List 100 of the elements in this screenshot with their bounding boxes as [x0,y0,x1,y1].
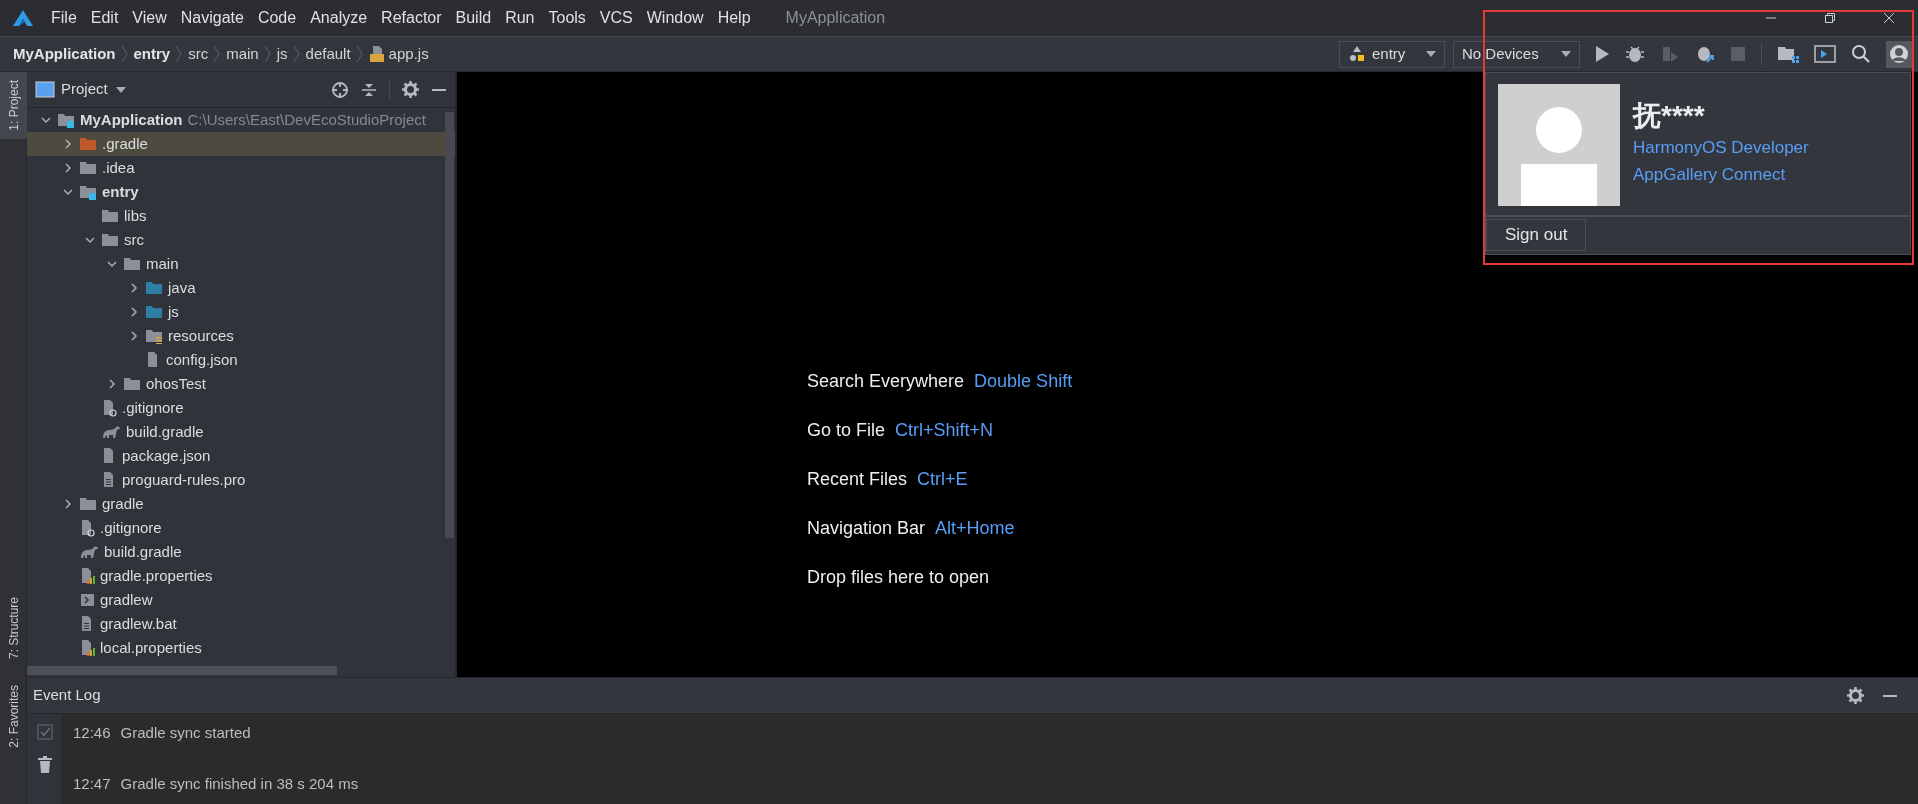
tree-item[interactable]: main [27,252,455,276]
log-message: Gradle sync finished in 38 s 204 ms [120,773,359,794]
hint-label: Navigation Bar [807,517,926,537]
tree-item-label: src [124,229,144,250]
module-folder-icon [57,112,75,128]
run-icon[interactable] [1594,45,1610,63]
menu-item[interactable]: Analyze [303,6,375,30]
settings-icon[interactable] [1847,687,1864,704]
project-path: C:\Users\East\DevEcoStudioProject [187,109,426,130]
menu-item[interactable]: Window [639,6,711,30]
tree-item[interactable]: local.properties [27,636,455,660]
account-link[interactable]: HarmonyOS Developer [1633,134,1809,161]
horizontal-scrollbar[interactable] [27,665,337,675]
device-dropdown[interactable]: No Devices [1453,40,1580,68]
locate-icon[interactable] [331,80,349,99]
tree-item-label: js [168,301,179,322]
side-tab[interactable]: 7: Structure [0,588,27,667]
search-icon[interactable] [1851,44,1871,64]
breadcrumb[interactable]: MyApplication [13,42,116,66]
tree-item-label: package.json [122,445,211,466]
menu-item[interactable]: VCS [592,6,640,30]
folder-icon[interactable] [1777,45,1799,63]
breadcrumb[interactable]: default [305,42,351,66]
avatar-icon [1498,84,1620,206]
settings-icon[interactable] [402,81,419,98]
tree-item[interactable]: gradle.properties [27,564,455,588]
side-tab[interactable]: 1: Project [0,72,27,139]
tree-item[interactable]: build.gradle [27,420,455,444]
hint-label: Search Everywhere [807,370,965,390]
separator-chevron-icon [292,44,301,64]
chevron-right-icon[interactable] [62,162,74,174]
menu-item[interactable]: Build [448,6,499,30]
vertical-scrollbar[interactable] [445,112,454,538]
account-link[interactable]: AppGallery Connect [1633,161,1809,188]
tree-item[interactable]: package.json [27,444,455,468]
menu-item[interactable]: Navigate [173,6,251,30]
debug-icon[interactable] [1625,44,1645,64]
tree-item[interactable]: build.gradle [27,540,455,564]
checkbox-icon[interactable] [36,724,53,740]
menu-item[interactable]: File [44,6,84,30]
close-icon[interactable] [1882,12,1895,24]
tree-item[interactable]: .gitignore [27,516,455,540]
tree-item[interactable]: gradle [27,492,455,516]
chevron-down-icon[interactable] [62,186,74,198]
tree-item[interactable]: MyApplication C:\Users\East\DevEcoStudioProject [27,108,455,132]
menu-item[interactable]: Tools [541,6,593,30]
breadcrumb[interactable]: entry [133,42,171,66]
tree-item[interactable]: entry [27,180,455,204]
tree-item[interactable]: .gitignore [27,396,455,420]
resources-folder-icon [145,328,163,344]
tree-item-label: config.json [166,349,238,370]
tree-item[interactable]: gradlew.bat [27,612,455,636]
restore-icon[interactable] [1823,12,1836,24]
side-tab[interactable]: 2: Favorites [0,677,27,756]
tree-item[interactable]: src [27,228,455,252]
tree-item[interactable]: ohosTest [27,372,455,396]
chevron-down-icon[interactable] [106,258,118,270]
breadcrumb[interactable]: js [276,42,288,66]
tree-item[interactable]: .idea [27,156,455,180]
collapse-all-icon[interactable] [361,81,377,98]
menu-item[interactable]: Refactor [374,6,449,30]
trash-icon[interactable] [36,756,53,774]
tree-item[interactable]: config.json [27,348,455,372]
chevron-right-icon[interactable] [62,498,74,510]
module-dropdown[interactable]: entry [1339,40,1445,68]
menu-item[interactable]: Edit [83,6,126,30]
chevron-right-icon[interactable] [106,378,118,390]
chevron-down-icon[interactable] [84,234,96,246]
chevron-right-icon[interactable] [128,330,140,342]
module-folder-icon [79,184,97,200]
tree-item[interactable]: resources [27,324,455,348]
menu-item[interactable]: Code [250,6,304,30]
tree-item[interactable]: java [27,276,455,300]
log-time: 12:47 [73,773,111,794]
chevron-down-icon[interactable] [40,114,52,126]
menu-item[interactable]: View [125,6,174,30]
tree-item[interactable]: proguard-rules.pro [27,468,455,492]
terminal-icon[interactable] [1814,45,1836,63]
log-time: 12:46 [73,723,111,743]
tree-item[interactable]: libs [27,204,455,228]
window-title: MyApplication [785,8,886,28]
menu-item[interactable]: Help [710,6,758,30]
account-button[interactable] [1886,40,1912,68]
tree-item[interactable]: gradlew [27,588,455,612]
breadcrumb[interactable]: app.js [388,42,429,66]
tree-item-label: ohosTest [146,373,207,394]
chevron-right-icon[interactable] [128,306,140,318]
chevron-right-icon[interactable] [128,282,140,294]
debug-attach-icon[interactable] [1695,44,1715,64]
chevron-right-icon[interactable] [62,138,74,150]
breadcrumb[interactable]: src [188,42,209,66]
tree-item[interactable]: js [27,300,455,324]
tree-item[interactable]: .gradle [27,132,455,156]
sign-out-button[interactable]: Sign out [1486,219,1587,251]
breadcrumb[interactable]: main [226,42,259,66]
menu-item[interactable]: Run [498,6,542,30]
app-logo [12,9,34,27]
panel-title[interactable]: Project [61,78,108,101]
shortcut-text: Double Shift [974,370,1073,390]
tree-item-label: .gitignore [100,517,162,538]
